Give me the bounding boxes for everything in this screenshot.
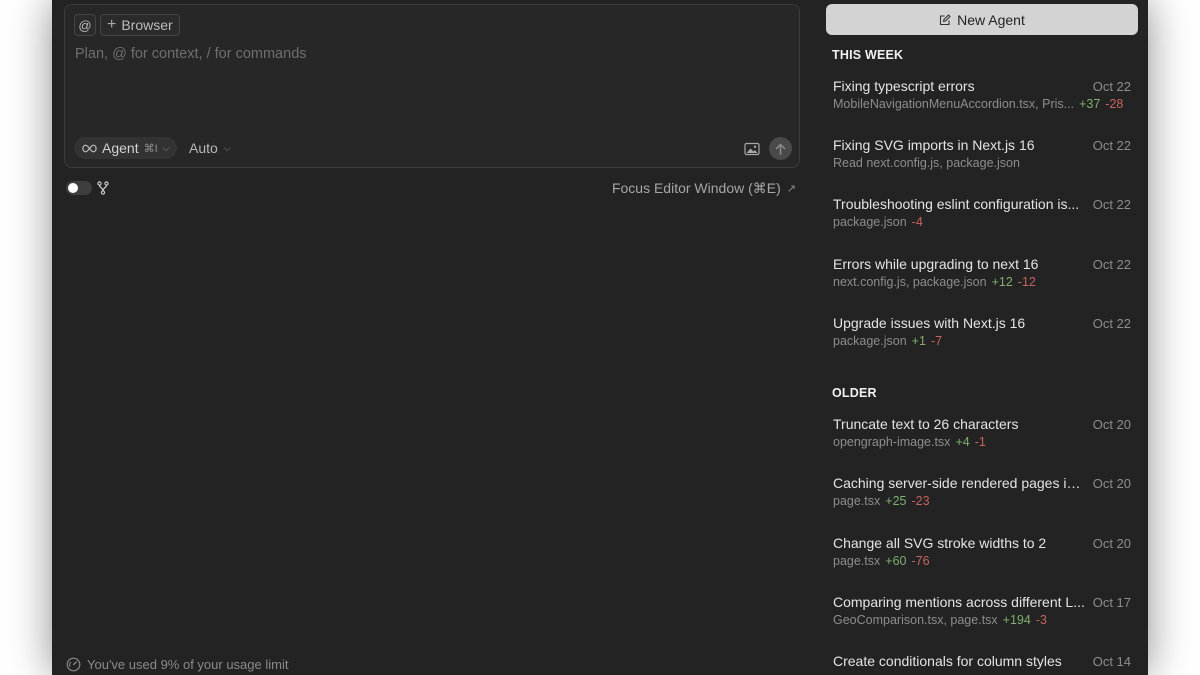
- send-button[interactable]: [769, 137, 792, 160]
- item-additions: +1: [911, 334, 926, 348]
- usage-text: You've used 9% of your usage limit: [87, 657, 289, 672]
- model-selector[interactable]: Auto ⌵: [189, 140, 231, 156]
- arrow-up-icon: [775, 143, 786, 155]
- toggle-knob: [68, 183, 78, 193]
- list-item[interactable]: Caching server-side rendered pages in...…: [833, 475, 1131, 519]
- item-deletions: -1: [974, 435, 986, 449]
- item-additions: +12: [991, 275, 1013, 289]
- item-title: Fixing typescript errors: [833, 78, 975, 94]
- item-files: page.tsx: [833, 554, 881, 568]
- item-deletions: -7: [930, 334, 943, 348]
- item-date: Oct 22: [1092, 257, 1131, 272]
- prompt-input[interactable]: Plan, @ for context, / for commands: [75, 46, 307, 62]
- item-details: package.json -4: [833, 215, 1131, 229]
- item-files: page.tsx: [833, 494, 881, 508]
- item-title: Comparing mentions across different L...: [833, 594, 1085, 610]
- item-deletions: -12: [1017, 275, 1036, 289]
- item-additions: +60: [885, 554, 907, 568]
- chevron-down-icon: ⌵: [223, 142, 231, 153]
- item-additions: +4: [955, 435, 970, 449]
- at-icon: @: [78, 17, 92, 33]
- item-date: Oct 20: [1092, 536, 1131, 551]
- item-details: page.tsx +25 -23: [833, 494, 1131, 508]
- model-label: Auto: [189, 140, 218, 156]
- context-chips: @ + Browser: [74, 14, 180, 36]
- plus-icon: +: [107, 16, 117, 33]
- mention-button[interactable]: @: [74, 14, 96, 36]
- gauge-icon: [66, 657, 81, 672]
- mode-label: Agent: [102, 140, 139, 156]
- new-agent-button[interactable]: New Agent: [826, 4, 1138, 35]
- item-deletions: -23: [911, 494, 930, 508]
- item-files: next.config.js, package.json: [833, 275, 987, 289]
- item-date: Oct 20: [1092, 417, 1131, 432]
- focus-editor-label: Focus Editor Window (⌘E): [611, 180, 781, 196]
- item-details: opengraph-image.tsx +4 -1: [833, 435, 1131, 449]
- item-files: package.json: [833, 215, 907, 229]
- item-title: Fixing SVG imports in Next.js 16: [833, 137, 1035, 153]
- list-item[interactable]: Truncate text to 26 characters Oct 20 op…: [833, 416, 1131, 460]
- list-item[interactable]: Fixing SVG imports in Next.js 16 Oct 22 …: [833, 137, 1131, 181]
- item-details: GeoComparison.tsx, page.tsx +194 -3: [833, 613, 1131, 627]
- item-details: MobileNavigationMenuAccordion.tsx, Pris.…: [833, 97, 1131, 111]
- item-date: Oct 22: [1092, 197, 1131, 212]
- item-title: Change all SVG stroke widths to 2: [833, 535, 1047, 551]
- item-date: Oct 22: [1092, 316, 1131, 331]
- chevron-down-icon: ⌵: [162, 142, 170, 153]
- item-date: Oct 17: [1092, 595, 1131, 610]
- item-title: Troubleshooting eslint configuration is.…: [833, 196, 1080, 212]
- external-arrow-icon: ↗: [786, 183, 796, 195]
- item-details: next.config.js, package.json +12 -12: [833, 275, 1131, 289]
- item-deletions: -4: [911, 215, 923, 229]
- agent-window: @ + Browser Plan, @ for context, / for c…: [52, 0, 1148, 675]
- item-date: Oct 22: [1092, 79, 1131, 94]
- list-item[interactable]: Comparing mentions across different L...…: [833, 594, 1131, 638]
- item-title: Truncate text to 26 characters: [833, 416, 1019, 432]
- section-title-older: OLDER: [832, 386, 877, 400]
- item-deletions: -28: [1105, 97, 1124, 111]
- list-item[interactable]: Troubleshooting eslint configuration is.…: [833, 196, 1131, 240]
- item-files: package.json: [833, 334, 907, 348]
- item-additions: +37: [1079, 97, 1101, 111]
- list-item[interactable]: Errors while upgrading to next 16 Oct 22…: [833, 256, 1131, 300]
- item-date: Oct 14: [1092, 654, 1131, 669]
- item-date: Oct 22: [1092, 138, 1131, 153]
- item-deletions: -3: [1035, 613, 1047, 627]
- item-deletions: -76: [911, 554, 930, 568]
- item-details: Read next.config.js, package.json: [833, 156, 1131, 170]
- mode-shortcut: ⌘I: [143, 142, 158, 155]
- item-files: Read next.config.js, package.json: [833, 156, 1020, 170]
- add-browser-button[interactable]: + Browser: [100, 14, 180, 36]
- list-item[interactable]: Upgrade issues with Next.js 16 Oct 22 pa…: [833, 315, 1131, 359]
- new-agent-label: New Agent: [957, 11, 1025, 28]
- compose-icon: [940, 13, 951, 25]
- browser-label: Browser: [121, 17, 173, 33]
- item-date: Oct 20: [1092, 476, 1131, 491]
- branch-icon[interactable]: [96, 181, 110, 195]
- mode-selector[interactable]: Agent ⌘I ⌵: [74, 137, 178, 159]
- list-item[interactable]: Create conditionals for column styles Oc…: [833, 653, 1131, 675]
- infinity-icon: [82, 144, 97, 152]
- item-title: Upgrade issues with Next.js 16: [833, 315, 1026, 331]
- usage-indicator: You've used 9% of your usage limit: [66, 657, 288, 672]
- item-additions: +194: [1002, 613, 1031, 627]
- item-files: GeoComparison.tsx, page.tsx: [833, 613, 998, 627]
- image-icon[interactable]: [744, 142, 760, 156]
- item-details: package.json +1 -7: [833, 334, 1131, 348]
- item-title: Create conditionals for column styles: [833, 653, 1062, 669]
- item-title: Errors while upgrading to next 16: [833, 256, 1039, 272]
- item-additions: +25: [885, 494, 907, 508]
- section-title-this-week: THIS WEEK: [832, 48, 904, 62]
- composer[interactable]: @ + Browser Plan, @ for context, / for c…: [64, 4, 800, 168]
- focus-editor-link[interactable]: Focus Editor Window (⌘E) ↗: [612, 180, 796, 197]
- item-details: page.tsx +60 -76: [833, 554, 1131, 568]
- toggle-switch[interactable]: [66, 181, 92, 195]
- list-item[interactable]: Change all SVG stroke widths to 2 Oct 20…: [833, 535, 1131, 579]
- item-title: Caching server-side rendered pages in...: [833, 475, 1085, 491]
- item-files: opengraph-image.tsx: [833, 435, 951, 449]
- item-files: MobileNavigationMenuAccordion.tsx, Pris.…: [833, 97, 1075, 111]
- list-item[interactable]: Fixing typescript errors Oct 22 MobileNa…: [833, 78, 1131, 122]
